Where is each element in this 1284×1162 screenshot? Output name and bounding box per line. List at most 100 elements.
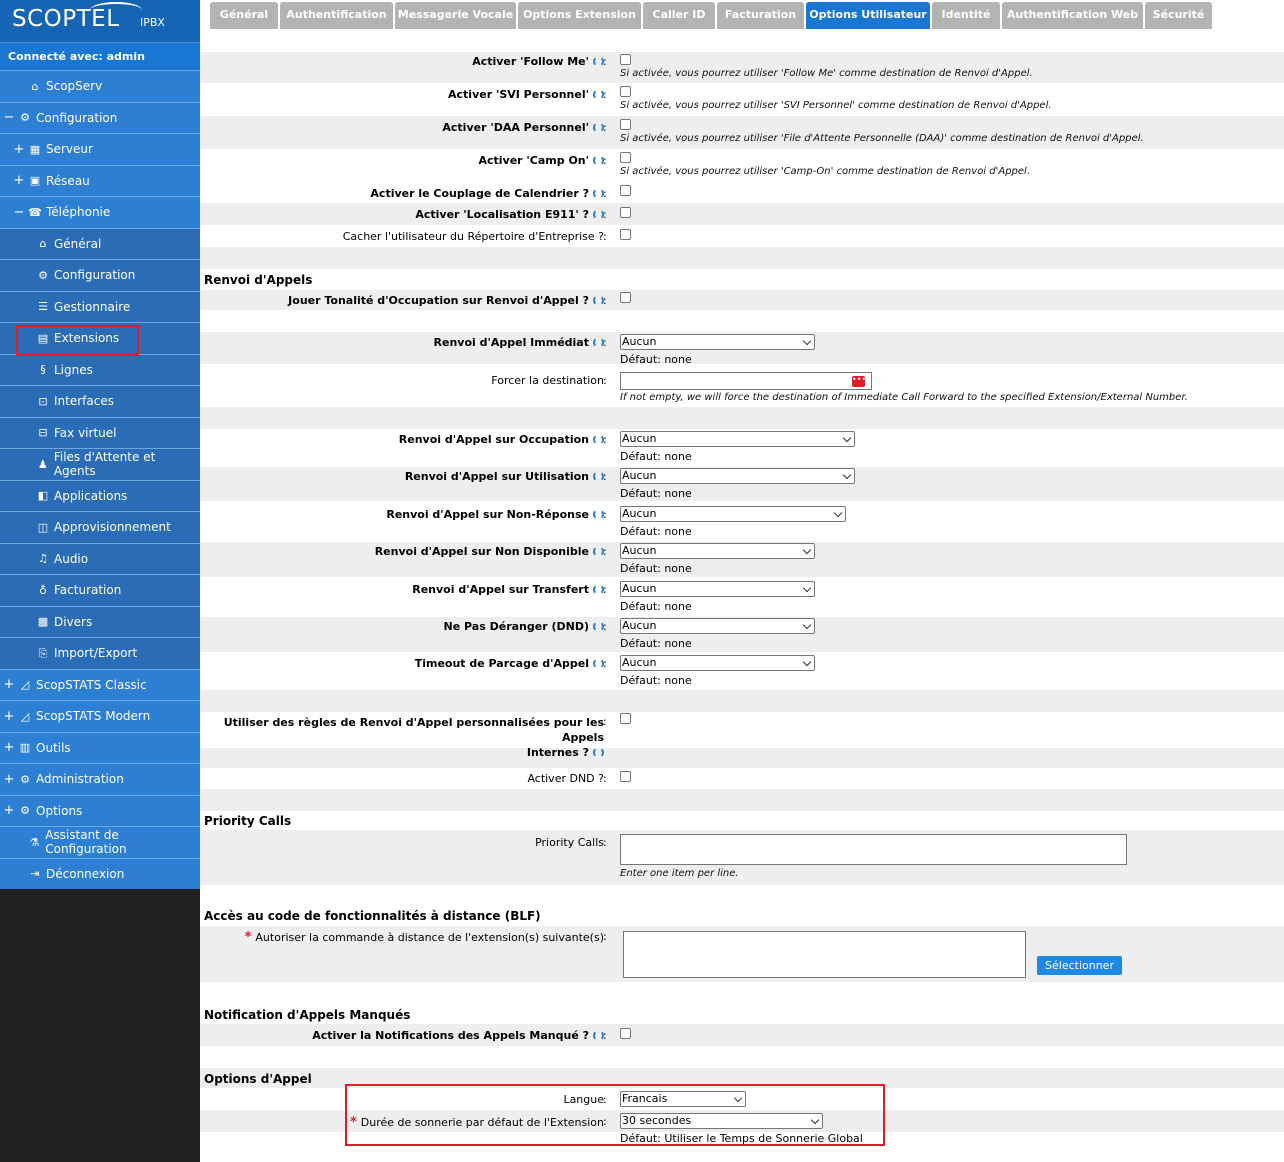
sidebar-item-label: ScopServ bbox=[46, 79, 103, 94]
tab-messagerie-vocale[interactable]: Messagerie Vocale bbox=[395, 2, 516, 29]
missed-calls-checkbox[interactable] bbox=[620, 1028, 631, 1039]
sidebar-item-extensions[interactable]: ▤ Extensions bbox=[0, 322, 200, 354]
sidebar-item-audio[interactable]: ♫ Audio bbox=[0, 542, 200, 574]
sync-icon bbox=[593, 747, 604, 758]
tab-facturation[interactable]: Facturation bbox=[717, 2, 804, 29]
sidebar-item-scopserv[interactable]: ⌂ ScopServ bbox=[0, 70, 200, 102]
dnd-select[interactable]: Aucun bbox=[620, 618, 815, 634]
forward-use-select[interactable]: Aucun bbox=[620, 468, 855, 484]
sidebar-item-label: Approvisionnement bbox=[54, 520, 171, 535]
expand-icon[interactable]: + bbox=[10, 142, 28, 157]
svi-checkbox[interactable] bbox=[620, 86, 631, 97]
ring-duration-default: Défaut: Utiliser le Temps de Sonnerie Gl… bbox=[620, 1132, 863, 1145]
parking-timeout-select[interactable]: Aucun bbox=[620, 655, 815, 671]
tab-g-n-ral[interactable]: Général bbox=[210, 2, 278, 29]
sidebar-item-divers[interactable]: ▩ Divers bbox=[0, 605, 200, 637]
sidebar-item-configuration[interactable]: ⚙ Configuration bbox=[0, 259, 200, 291]
tab-identit[interactable]: Identité bbox=[932, 2, 1000, 29]
expand-icon[interactable]: + bbox=[0, 709, 18, 724]
expand-icon[interactable]: + bbox=[0, 803, 18, 818]
activate-dnd-checkbox[interactable] bbox=[620, 771, 631, 782]
chart-icon: ◿ bbox=[20, 709, 30, 723]
missed-calls-label: Activer la Notifications des Appels Manq… bbox=[312, 1029, 604, 1042]
wizard-icon: ⚗ bbox=[29, 835, 40, 849]
sidebar-item-g-n-ral[interactable]: ⌂ Général bbox=[0, 227, 200, 259]
sidebar-item-gestionnaire[interactable]: ☰ Gestionnaire bbox=[0, 290, 200, 322]
language-select[interactable]: Francais bbox=[620, 1091, 746, 1107]
tab-options-extension[interactable]: Options Extension bbox=[518, 2, 641, 29]
phone-icon: ☎ bbox=[28, 205, 42, 219]
sidebar-nav: ⌂ ScopServ − ⚙ Configuration + ▦ Serveur + ▣ Résea… bbox=[0, 70, 200, 889]
force-destination-hint: If not empty, we will force the destinat… bbox=[620, 392, 1188, 403]
forward-busy-select[interactable]: Aucun bbox=[620, 431, 855, 447]
tab-options-utilisateur[interactable]: Options Utilisateur bbox=[806, 2, 930, 29]
immediate-forward-label: Renvoi d'Appel Immédiat bbox=[434, 336, 604, 349]
collapse-icon[interactable]: − bbox=[10, 205, 28, 220]
select-button[interactable]: Sélectionner bbox=[1037, 956, 1122, 975]
sidebar-item-import-export[interactable]: ⎘ Import/Export bbox=[0, 637, 200, 669]
sidebar-item-files-d-attente-et-agents[interactable]: ♟ Files d'Attente et Agents bbox=[0, 448, 200, 480]
forward-busy-label: Renvoi d'Appel sur Occupation bbox=[399, 433, 604, 446]
ring-duration-label: * Durée de sonnerie par défaut de l'Exten… bbox=[349, 1115, 604, 1130]
sidebar-item-facturation[interactable]: ♁ Facturation bbox=[0, 574, 200, 606]
dnd-label: Ne Pas Déranger (DND) bbox=[444, 620, 604, 633]
tab-authentification[interactable]: Authentification bbox=[280, 2, 393, 29]
calendar-checkbox[interactable] bbox=[620, 185, 631, 196]
expand-icon[interactable]: + bbox=[0, 677, 18, 692]
follow-me-checkbox[interactable] bbox=[620, 54, 631, 65]
sidebar-item-configuration[interactable]: − ⚙ Configuration bbox=[0, 101, 200, 133]
sidebar-item-lignes[interactable]: § Lignes bbox=[0, 353, 200, 385]
sidebar-item-scopstats-classic[interactable]: + ◿ ScopSTATS Classic bbox=[0, 668, 200, 700]
expand-icon[interactable]: + bbox=[10, 173, 28, 188]
busy-tone-label: Jouer Tonalité d'Occupation sur Renvoi d… bbox=[288, 294, 604, 307]
sidebar-item-interfaces[interactable]: ⊡ Interfaces bbox=[0, 385, 200, 417]
daa-checkbox[interactable] bbox=[620, 119, 631, 130]
forward-noanswer-select[interactable]: Aucun bbox=[620, 506, 846, 522]
chart-icon: ◿ bbox=[20, 678, 30, 692]
sidebar-item-d-connexion[interactable]: ⇥ Déconnexion bbox=[0, 857, 200, 889]
sidebar-item-label: Audio bbox=[54, 551, 89, 566]
chevron-down-icon bbox=[810, 1115, 820, 1125]
custom-rules-checkbox[interactable] bbox=[620, 713, 631, 724]
money-bag-icon: ♁ bbox=[38, 583, 48, 597]
sidebar-item-serveur[interactable]: + ▦ Serveur bbox=[0, 133, 200, 165]
sidebar-item-applications[interactable]: ◧ Applications bbox=[0, 479, 200, 511]
forward-unavailable-label: Renvoi d'Appel sur Non Disponible bbox=[375, 545, 604, 558]
priority-calls-textarea[interactable] bbox=[620, 834, 1127, 865]
activate-dnd-label: Activer DND ? bbox=[527, 772, 604, 785]
chevron-down-icon bbox=[833, 508, 843, 518]
forward-unavailable-select[interactable]: Aucun bbox=[620, 543, 815, 559]
tab-caller-id[interactable]: Caller ID bbox=[643, 2, 715, 29]
sidebar-item-assistant-de-configuration[interactable]: ⚗ Assistant de Configuration bbox=[0, 826, 200, 858]
ring-duration-select[interactable]: 30 secondes bbox=[620, 1113, 823, 1129]
sidebar-item-label: Configuration bbox=[36, 110, 118, 125]
tab-authentification-web[interactable]: Authentification Web bbox=[1002, 2, 1143, 29]
sidebar-item-approvisionnement[interactable]: ◫ Approvisionnement bbox=[0, 511, 200, 543]
svi-label: Activer 'SVI Personnel' bbox=[448, 88, 604, 101]
file-icon: ⎘ bbox=[38, 646, 48, 660]
e911-checkbox[interactable] bbox=[620, 207, 631, 218]
sidebar-item-t-l-phonie[interactable]: − ☎ Téléphonie bbox=[0, 196, 200, 228]
sidebar-item-scopstats-modern[interactable]: + ◿ ScopSTATS Modern bbox=[0, 700, 200, 732]
camp-on-checkbox[interactable] bbox=[620, 152, 631, 163]
sidebar-item-administration[interactable]: + ⚙ Administration bbox=[0, 763, 200, 795]
sidebar-item-fax-virtuel[interactable]: ⊟ Fax virtuel bbox=[0, 416, 200, 448]
expand-icon[interactable]: + bbox=[0, 740, 18, 755]
blf-extensions-list[interactable] bbox=[623, 931, 1026, 978]
sidebar-item-outils[interactable]: + ▥ Outils bbox=[0, 731, 200, 763]
sidebar-item-label: Facturation bbox=[54, 583, 122, 598]
hide-directory-checkbox[interactable] bbox=[620, 229, 631, 240]
language-label: Langue bbox=[563, 1093, 604, 1106]
force-destination-input[interactable]: ••• bbox=[620, 372, 872, 390]
tab-s-curit[interactable]: Sécurité bbox=[1145, 2, 1212, 29]
sidebar-item-options[interactable]: + ⚙ Options bbox=[0, 794, 200, 826]
sidebar-item-label: Général bbox=[54, 236, 102, 251]
forward-transfer-select[interactable]: Aucun bbox=[620, 581, 815, 597]
sidebar-item-r-seau[interactable]: + ▣ Réseau bbox=[0, 164, 200, 196]
more-dots-icon[interactable]: ••• bbox=[852, 376, 866, 387]
collapse-icon[interactable]: − bbox=[0, 110, 18, 125]
sidebar-item-label: Extensions bbox=[54, 331, 120, 346]
immediate-forward-select[interactable]: Aucun bbox=[620, 334, 815, 350]
busy-tone-checkbox[interactable] bbox=[620, 292, 631, 303]
expand-icon[interactable]: + bbox=[0, 772, 18, 787]
